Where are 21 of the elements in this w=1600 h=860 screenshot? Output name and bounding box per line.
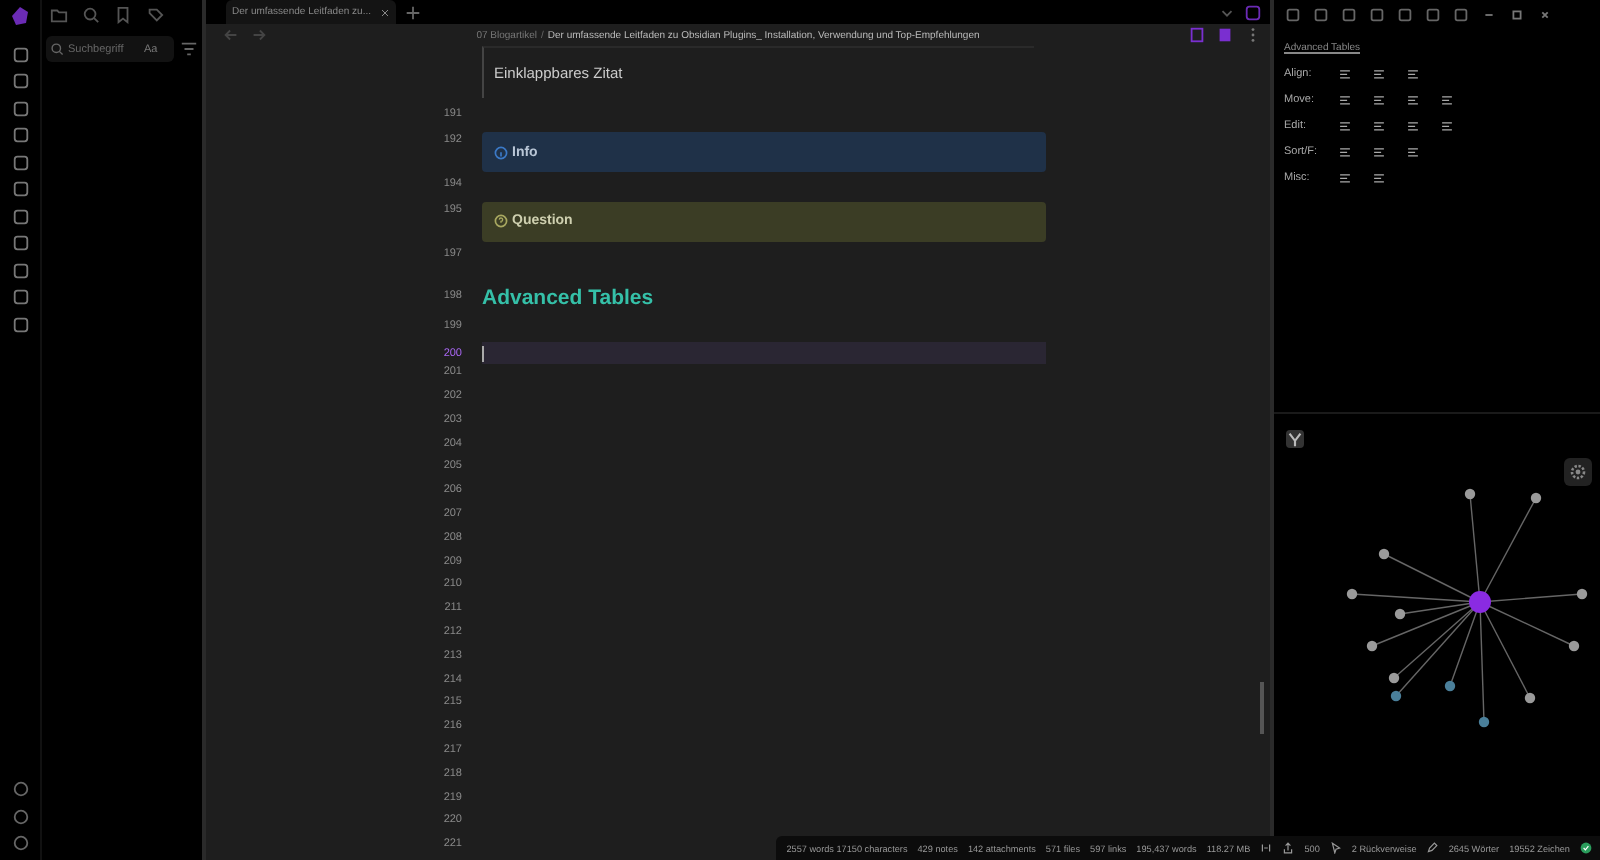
folder-icon[interactable] xyxy=(50,6,68,24)
page-icon[interactable] xyxy=(1216,26,1234,45)
plus-icon[interactable] xyxy=(403,3,421,22)
search-icon[interactable] xyxy=(82,6,100,24)
section-heading: Advanced Tables xyxy=(482,285,654,310)
pencil-icon[interactable] xyxy=(1426,842,1439,854)
upload-icon[interactable] xyxy=(1282,842,1295,854)
bookmark-icon[interactable] xyxy=(114,6,132,24)
info-icon xyxy=(494,145,508,160)
align-left-icon[interactable] xyxy=(1338,67,1352,81)
filter-icon[interactable] xyxy=(180,40,198,58)
close-icon[interactable] xyxy=(379,7,389,18)
check-circle-icon[interactable] xyxy=(1580,842,1592,854)
sidebar-icon[interactable] xyxy=(1244,3,1262,22)
logo-icon[interactable] xyxy=(10,6,30,26)
text-icon[interactable] xyxy=(1260,842,1273,854)
cursor-icon[interactable] xyxy=(1329,842,1342,854)
close-icon[interactable] xyxy=(1536,6,1554,24)
settings-button[interactable] xyxy=(1564,458,1592,486)
search-icon xyxy=(50,42,64,56)
maximize-icon[interactable] xyxy=(1508,6,1526,24)
